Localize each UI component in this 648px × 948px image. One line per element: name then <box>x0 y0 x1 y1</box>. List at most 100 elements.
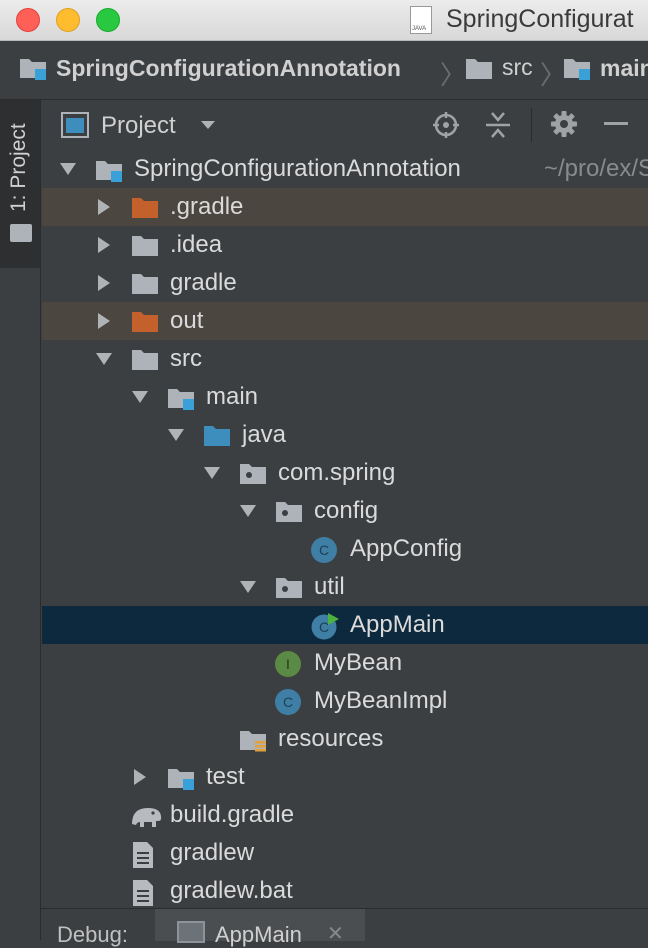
gradle-elephant-icon <box>130 802 164 835</box>
debug-tab[interactable]: AppMain ✕ <box>155 909 365 947</box>
tree-item-label: gradlew <box>170 839 255 866</box>
chevron-down-icon[interactable] <box>130 387 150 407</box>
tree-row[interactable]: config <box>42 492 648 530</box>
debug-tool-bar: Debug: AppMain ✕ <box>41 908 648 947</box>
tree-item-label: gradlew.bat <box>170 877 293 904</box>
tree-item-label: MyBeanImpl <box>314 687 448 714</box>
excluded-folder-icon <box>130 194 160 225</box>
tree-item-label: .gradle <box>170 193 244 220</box>
breadcrumb-project[interactable]: SpringConfigurationAnnotation <box>18 54 401 82</box>
tree-item-label: out <box>170 307 204 334</box>
breadcrumb-src-label: src <box>502 54 533 80</box>
class-icon: C <box>310 536 338 569</box>
svg-text:C: C <box>319 542 329 558</box>
tree-row[interactable]: C MyBeanImpl <box>42 682 648 720</box>
tree-item-label: util <box>314 573 345 600</box>
chevron-down-icon[interactable] <box>238 501 258 521</box>
tree-row[interactable]: resources <box>42 720 648 758</box>
gear-icon[interactable] <box>550 110 578 138</box>
module-folder-icon <box>166 384 198 417</box>
tree-row[interactable]: out <box>42 302 648 340</box>
module-folder-icon <box>94 156 126 189</box>
tree-item-label: config <box>314 497 379 524</box>
project-path-hint: ~/pro/ex/S <box>544 155 648 182</box>
divider <box>531 108 532 142</box>
tree-row[interactable]: java <box>42 416 648 454</box>
tree-row[interactable]: SpringConfigurationAnnotation ~/pro/ex/S <box>42 150 648 188</box>
package-icon <box>274 574 304 605</box>
navigation-bar: SpringConfigurationAnnotation 〉 src 〉 ma… <box>0 41 648 100</box>
chevron-down-icon[interactable] <box>58 159 78 179</box>
chevron-right-icon[interactable] <box>94 273 114 293</box>
tree-row[interactable]: com.spring <box>42 454 648 492</box>
tree-item-label: AppMain <box>350 611 445 638</box>
package-icon <box>274 498 304 529</box>
breadcrumb-src[interactable]: src <box>464 54 533 81</box>
tree-item-label: build.gradle <box>170 801 295 828</box>
chevron-down-icon[interactable] <box>94 349 114 369</box>
source-root-folder-icon <box>202 422 232 453</box>
java-file-icon <box>410 6 432 35</box>
text-file-icon <box>130 840 156 875</box>
svg-text:C: C <box>319 619 329 635</box>
window-title-bar: SpringConfigurat <box>0 0 648 41</box>
module-folder-icon <box>20 59 46 80</box>
tree-item-label: gradle <box>170 269 237 296</box>
chevron-down-icon[interactable] <box>166 425 186 445</box>
folder-icon <box>130 270 160 301</box>
tree-row[interactable]: src <box>42 340 648 378</box>
chevron-down-icon[interactable] <box>200 120 216 130</box>
package-icon <box>238 460 268 491</box>
runnable-class-icon: C <box>310 612 340 645</box>
tree-item-label: SpringConfigurationAnnotation <box>134 155 461 182</box>
minimize-window-button[interactable] <box>56 8 80 32</box>
close-window-button[interactable] <box>16 8 40 32</box>
tree-row[interactable]: C AppConfig <box>42 530 648 568</box>
project-tree: SpringConfigurationAnnotation ~/pro/ex/S.… <box>42 150 648 908</box>
project-panel-header: Project <box>41 100 648 150</box>
source-folder-icon <box>564 59 590 80</box>
tree-row[interactable]: .idea <box>42 226 648 264</box>
tree-item-label: AppConfig <box>350 535 463 562</box>
excluded-folder-icon <box>130 308 160 339</box>
project-tab-label[interactable]: 1: Project <box>7 123 31 212</box>
chevron-down-icon[interactable] <box>238 577 258 597</box>
chevron-right-icon[interactable] <box>94 235 114 255</box>
tree-row[interactable]: gradlew.bat <box>42 872 648 908</box>
tree-row[interactable]: gradle <box>42 264 648 302</box>
view-selector[interactable]: Project <box>101 112 176 140</box>
tree-item-label: com.spring <box>278 459 396 486</box>
tree-row[interactable]: test <box>42 758 648 796</box>
class-icon: C <box>274 688 302 721</box>
chevron-down-icon[interactable] <box>202 463 222 483</box>
tree-row[interactable]: main <box>42 378 648 416</box>
text-file-icon <box>130 878 156 908</box>
breadcrumb-project-label: SpringConfigurationAnnotation <box>56 54 401 81</box>
tree-item-label: test <box>206 763 245 790</box>
breadcrumb-main[interactable]: main <box>562 54 648 82</box>
resources-folder-icon <box>238 726 270 759</box>
zoom-window-button[interactable] <box>96 8 120 32</box>
svg-text:C: C <box>283 694 293 710</box>
tree-row[interactable]: I MyBean <box>42 644 648 682</box>
hide-icon[interactable] <box>602 122 630 126</box>
tree-row[interactable]: .gradle <box>42 188 648 226</box>
tree-item-label: .idea <box>170 231 223 258</box>
module-folder-icon <box>166 764 198 797</box>
window-title-text: SpringConfigurat <box>446 5 634 33</box>
folder-icon <box>130 346 160 377</box>
debug-tab-label: AppMain <box>215 922 302 947</box>
tree-row[interactable]: util <box>42 568 648 606</box>
debug-label: Debug: <box>57 922 128 947</box>
tree-row[interactable]: build.gradle <box>42 796 648 834</box>
close-icon[interactable]: ✕ <box>327 921 344 946</box>
locate-icon[interactable] <box>432 111 460 139</box>
collapse-all-icon[interactable] <box>484 111 512 139</box>
tree-row[interactable]: C AppMain <box>42 606 648 644</box>
chevron-right-icon[interactable] <box>94 197 114 217</box>
chevron-right-icon[interactable] <box>94 311 114 331</box>
tree-row[interactable]: gradlew <box>42 834 648 872</box>
chevron-right-icon[interactable] <box>130 767 150 787</box>
folder-icon <box>466 58 492 79</box>
breadcrumb-main-label: main <box>600 54 648 81</box>
